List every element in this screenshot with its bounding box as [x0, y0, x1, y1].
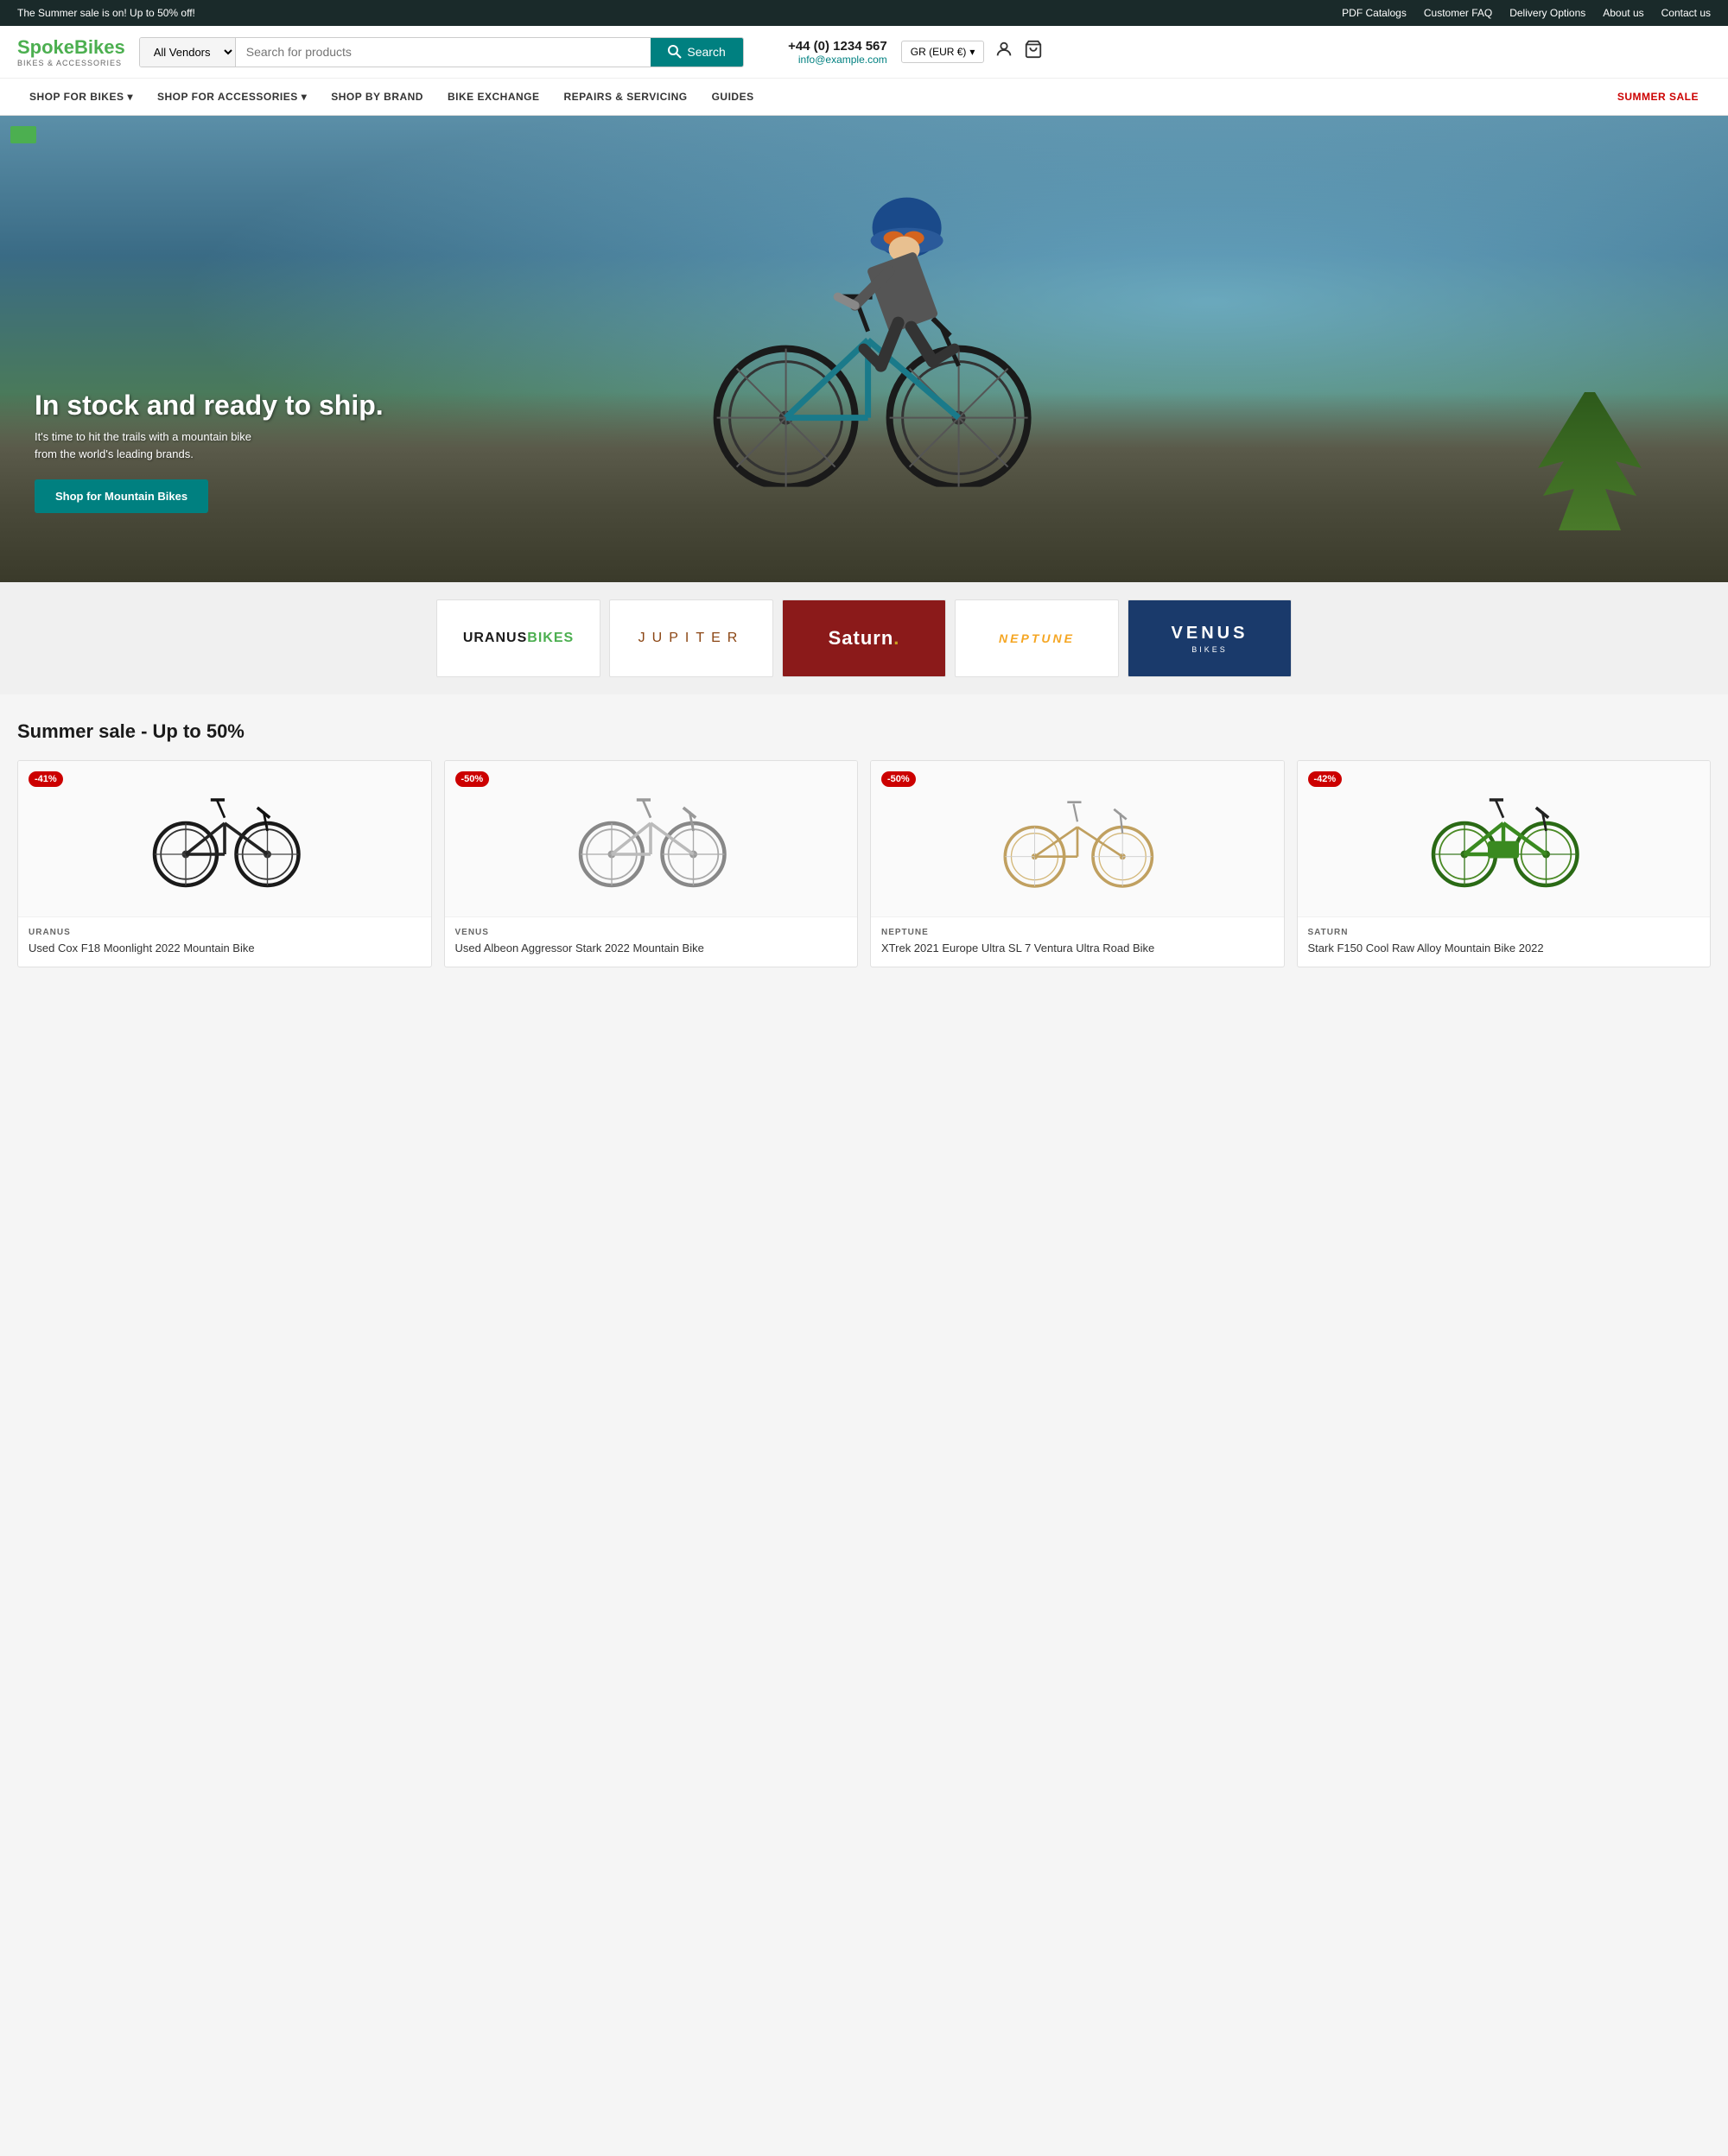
user-icon	[994, 40, 1013, 59]
product-brand: NEPTUNE	[881, 928, 1274, 937]
brand-saturn[interactable]: Saturn.	[782, 599, 946, 677]
chevron-down-icon: ▾	[302, 91, 308, 103]
brand-jupiter[interactable]: JUPITER	[609, 599, 773, 677]
header-icons: GR (EUR €) ▾	[901, 40, 1044, 64]
contact-email: info@example.com	[758, 54, 887, 66]
about-us-link[interactable]: About us	[1603, 7, 1643, 19]
product-name: Used Albeon Aggressor Stark 2022 Mountai…	[455, 941, 848, 956]
discount-badge: -42%	[1308, 771, 1343, 787]
hero-subtitle: It's time to hit the trails with a mount…	[35, 428, 276, 462]
product-info: URANUS Used Cox F18 Moonlight 2022 Mount…	[18, 916, 431, 967]
brand-neptune[interactable]: NEPTUNE	[955, 599, 1119, 677]
chevron-down-icon: ▾	[969, 46, 975, 58]
product-card[interactable]: -50%	[444, 760, 859, 967]
product-card[interactable]: -50%	[870, 760, 1285, 967]
cart-icon	[1024, 40, 1043, 59]
bike-illustration	[1000, 787, 1155, 891]
product-image	[871, 761, 1284, 916]
search-icon	[668, 45, 682, 59]
nav: SHOP FOR BIKES ▾ SHOP FOR ACCESSORIES ▾ …	[0, 79, 1728, 116]
product-info: SATURN Stark F150 Cool Raw Alloy Mountai…	[1298, 916, 1711, 967]
bike-illustration	[1426, 787, 1581, 891]
logo-text: SpokeBikes	[17, 36, 125, 59]
nav-right: SUMMER SALE	[1605, 79, 1711, 115]
brand-uranus[interactable]: URANUSBIKES	[436, 599, 600, 677]
nav-bike-exchange[interactable]: BIKE EXCHANGE	[435, 79, 552, 115]
top-bar: The Summer sale is on! Up to 50% off! PD…	[0, 0, 1728, 26]
promo-text: The Summer sale is on! Up to 50% off!	[17, 7, 195, 19]
bike-illustration	[147, 787, 302, 891]
contact-us-link[interactable]: Contact us	[1661, 7, 1711, 19]
sale-section: Summer sale - Up to 50% -41%	[0, 694, 1728, 993]
brand-venus[interactable]: VENUS BIKES	[1128, 599, 1292, 677]
nav-shop-brand[interactable]: SHOP BY BRAND	[319, 79, 435, 115]
vendor-select[interactable]: All Vendors	[140, 38, 236, 67]
product-info: VENUS Used Albeon Aggressor Stark 2022 M…	[445, 916, 858, 967]
nav-summer-sale[interactable]: SUMMER SALE	[1605, 79, 1711, 115]
product-brand: SATURN	[1308, 928, 1700, 937]
discount-badge: -50%	[455, 771, 490, 787]
hero-slide-indicator	[10, 126, 36, 143]
nav-shop-accessories[interactable]: SHOP FOR ACCESSORIES ▾	[145, 79, 319, 115]
product-info: NEPTUNE XTrek 2021 Europe Ultra SL 7 Ven…	[871, 916, 1284, 967]
logo-part1: Spoke	[17, 36, 74, 58]
contact-phone: +44 (0) 1234 567	[758, 39, 887, 54]
products-grid: -41%	[17, 760, 1711, 967]
customer-faq-link[interactable]: Customer FAQ	[1424, 7, 1492, 19]
search-button[interactable]: Search	[651, 38, 742, 67]
pdf-catalogs-link[interactable]: PDF Catalogs	[1342, 7, 1407, 19]
product-card[interactable]: -42%	[1297, 760, 1712, 967]
header: SpokeBikes BIKES & ACCESSORIES All Vendo…	[0, 26, 1728, 79]
top-bar-links: PDF Catalogs Customer FAQ Delivery Optio…	[1342, 7, 1711, 19]
contact-info: +44 (0) 1234 567 info@example.com	[758, 39, 887, 66]
nav-left: SHOP FOR BIKES ▾ SHOP FOR ACCESSORIES ▾ …	[17, 79, 1605, 115]
logo-tagline: BIKES & ACCESSORIES	[17, 59, 125, 67]
product-image	[445, 761, 858, 916]
discount-badge: -41%	[29, 771, 63, 787]
currency-button[interactable]: GR (EUR €) ▾	[901, 41, 985, 63]
hero-content: In stock and ready to ship. It's time to…	[35, 390, 384, 513]
hero-banner: In stock and ready to ship. It's time to…	[0, 116, 1728, 582]
product-image	[1298, 761, 1711, 916]
hero-title: In stock and ready to ship.	[35, 390, 384, 422]
product-name: XTrek 2021 Europe Ultra SL 7 Ventura Ult…	[881, 941, 1274, 956]
search-bar: All Vendors Search	[139, 37, 744, 67]
brands-section: URANUSBIKES JUPITER Saturn. NEPTUNE VENU…	[0, 582, 1728, 694]
discount-badge: -50%	[881, 771, 916, 787]
hero-cta-button[interactable]: Shop for Mountain Bikes	[35, 479, 208, 513]
product-card[interactable]: -41%	[17, 760, 432, 967]
product-brand: VENUS	[455, 928, 848, 937]
product-image	[18, 761, 431, 916]
product-name: Used Cox F18 Moonlight 2022 Mountain Bik…	[29, 941, 421, 956]
chevron-down-icon: ▾	[127, 91, 133, 103]
logo-part2: Bikes	[74, 36, 125, 58]
product-brand: URANUS	[29, 928, 421, 937]
account-button[interactable]	[994, 40, 1013, 64]
nav-guides[interactable]: GUIDES	[700, 79, 766, 115]
brands-row: URANUSBIKES JUPITER Saturn. NEPTUNE VENU…	[17, 599, 1711, 677]
logo[interactable]: SpokeBikes BIKES & ACCESSORIES	[17, 36, 125, 67]
nav-shop-bikes[interactable]: SHOP FOR BIKES ▾	[17, 79, 145, 115]
bike-illustration	[573, 787, 728, 891]
cart-button[interactable]	[1024, 40, 1043, 64]
search-input[interactable]	[236, 38, 651, 67]
hero-cyclist-svg	[665, 159, 1080, 487]
delivery-options-link[interactable]: Delivery Options	[1509, 7, 1585, 19]
product-name: Stark F150 Cool Raw Alloy Mountain Bike …	[1308, 941, 1700, 956]
nav-repairs[interactable]: REPAIRS & SERVICING	[552, 79, 700, 115]
sale-title: Summer sale - Up to 50%	[17, 720, 1711, 743]
